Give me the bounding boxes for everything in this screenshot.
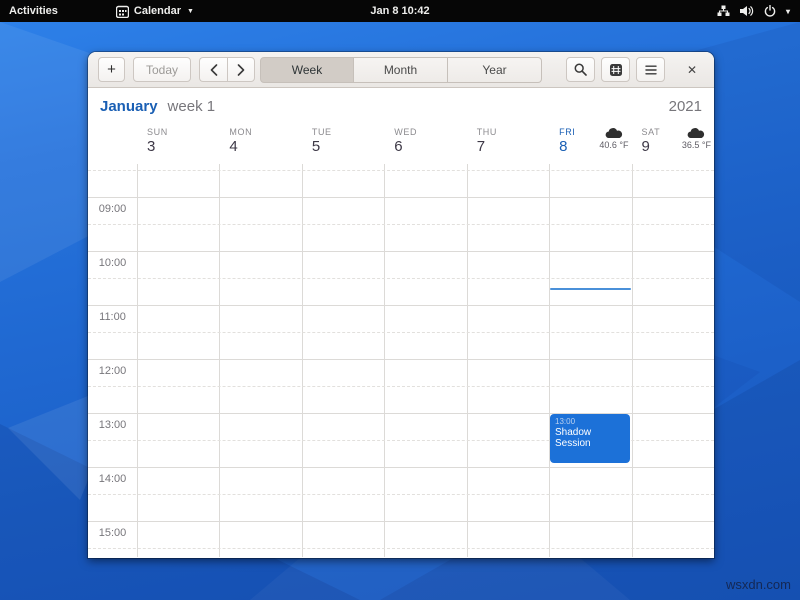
current-time-indicator — [550, 288, 631, 290]
half-hour-line — [88, 494, 714, 495]
tab-year[interactable]: Year — [448, 57, 542, 83]
day-header-tue[interactable]: TUE 5 — [302, 124, 384, 164]
half-hour-line — [88, 386, 714, 387]
column-separator — [467, 164, 468, 557]
half-hour-line — [88, 170, 714, 171]
event-title: Shadow Session — [555, 427, 625, 449]
day-header-sun[interactable]: SUN 3 — [137, 124, 219, 164]
tab-week[interactable]: Week — [260, 57, 354, 83]
header-bar[interactable]: + Today Week Month Year — [88, 52, 714, 88]
month-name: January — [100, 98, 158, 115]
day-header-sat[interactable]: SAT 9 36.5 °F — [632, 124, 714, 164]
day-header-mon[interactable]: MON 4 — [219, 124, 301, 164]
month-header: January week 1 2021 — [88, 88, 714, 124]
previous-week-button[interactable] — [199, 57, 227, 82]
week-grid[interactable]: 09:00 10:00 11:00 12:00 13:00 14:00 15:0… — [88, 164, 714, 557]
time-gutter-spacer — [88, 124, 137, 164]
network-icon — [717, 5, 730, 17]
half-hour-line — [88, 548, 714, 549]
app-menu-label: Calendar — [134, 5, 181, 17]
hamburger-icon — [645, 65, 657, 75]
search-button[interactable] — [566, 57, 595, 82]
show-calendars-button[interactable] — [601, 57, 630, 82]
column-separator — [632, 164, 633, 557]
watermark: wsxdn.com — [726, 577, 791, 592]
time-label: 13:00 — [88, 419, 137, 431]
day-header-fri[interactable]: FRI 8 40.6 °F — [549, 124, 631, 164]
time-label: 12:00 — [88, 365, 137, 377]
column-separator — [549, 164, 550, 557]
power-icon — [764, 5, 776, 17]
volume-icon — [740, 5, 754, 17]
menu-button[interactable] — [636, 57, 665, 82]
time-label: 14:00 — [88, 473, 137, 485]
hour-line — [88, 467, 714, 468]
day-header-row: SUN 3 MON 4 TUE 5 WED 6 THU 7 FRI 8 40.6 — [88, 124, 714, 164]
today-button[interactable]: Today — [133, 57, 191, 82]
new-event-button[interactable]: + — [98, 57, 125, 82]
calendar-window: + Today Week Month Year — [88, 52, 714, 558]
half-hour-line — [88, 332, 714, 333]
app-menu-button[interactable]: Calendar ▼ — [107, 0, 203, 22]
column-separator — [302, 164, 303, 557]
tab-month[interactable]: Month — [354, 57, 448, 83]
column-separator — [137, 164, 138, 557]
event-shadow-session[interactable]: 13:00 Shadow Session — [550, 414, 630, 463]
year-label: 2021 — [669, 98, 702, 115]
column-separator — [219, 164, 220, 557]
search-icon — [574, 63, 587, 76]
time-label: 15:00 — [88, 527, 137, 539]
weather-fri: 40.6 °F — [599, 127, 628, 150]
time-label: 09:00 — [88, 203, 137, 215]
month-grid-icon — [609, 63, 623, 77]
week-number-label: week 1 — [168, 98, 216, 115]
day-header-thu[interactable]: THU 7 — [467, 124, 549, 164]
weather-sat: 36.5 °F — [682, 127, 711, 150]
clock[interactable]: Jan 8 10:42 — [370, 5, 429, 17]
chevron-right-icon — [237, 64, 245, 76]
close-button[interactable]: ✕ — [680, 58, 704, 82]
top-bar: Activities Calendar ▼ Jan 8 10:42 — [0, 0, 800, 22]
next-week-button[interactable] — [227, 57, 255, 82]
hour-line — [88, 305, 714, 306]
day-header-wed[interactable]: WED 6 — [384, 124, 466, 164]
activities-button[interactable]: Activities — [0, 0, 67, 22]
chevron-down-icon: ▼ — [187, 8, 194, 15]
hour-line — [88, 197, 714, 198]
chevron-down-icon: ▾ — [786, 7, 790, 16]
hour-line — [88, 521, 714, 522]
cloud-icon — [686, 127, 706, 139]
half-hour-line — [88, 224, 714, 225]
half-hour-line — [88, 278, 714, 279]
chevron-left-icon — [210, 64, 218, 76]
cloud-icon — [604, 127, 624, 139]
view-switcher: Week Month Year — [260, 57, 542, 83]
hour-line — [88, 251, 714, 252]
system-status-area[interactable]: ▾ — [711, 0, 796, 22]
column-separator — [384, 164, 385, 557]
week-nav-group — [199, 57, 255, 82]
time-label: 11:00 — [88, 311, 137, 323]
event-time: 13:00 — [555, 417, 625, 426]
calendar-app-icon — [116, 5, 129, 18]
hour-line — [88, 359, 714, 360]
time-label: 10:00 — [88, 257, 137, 269]
